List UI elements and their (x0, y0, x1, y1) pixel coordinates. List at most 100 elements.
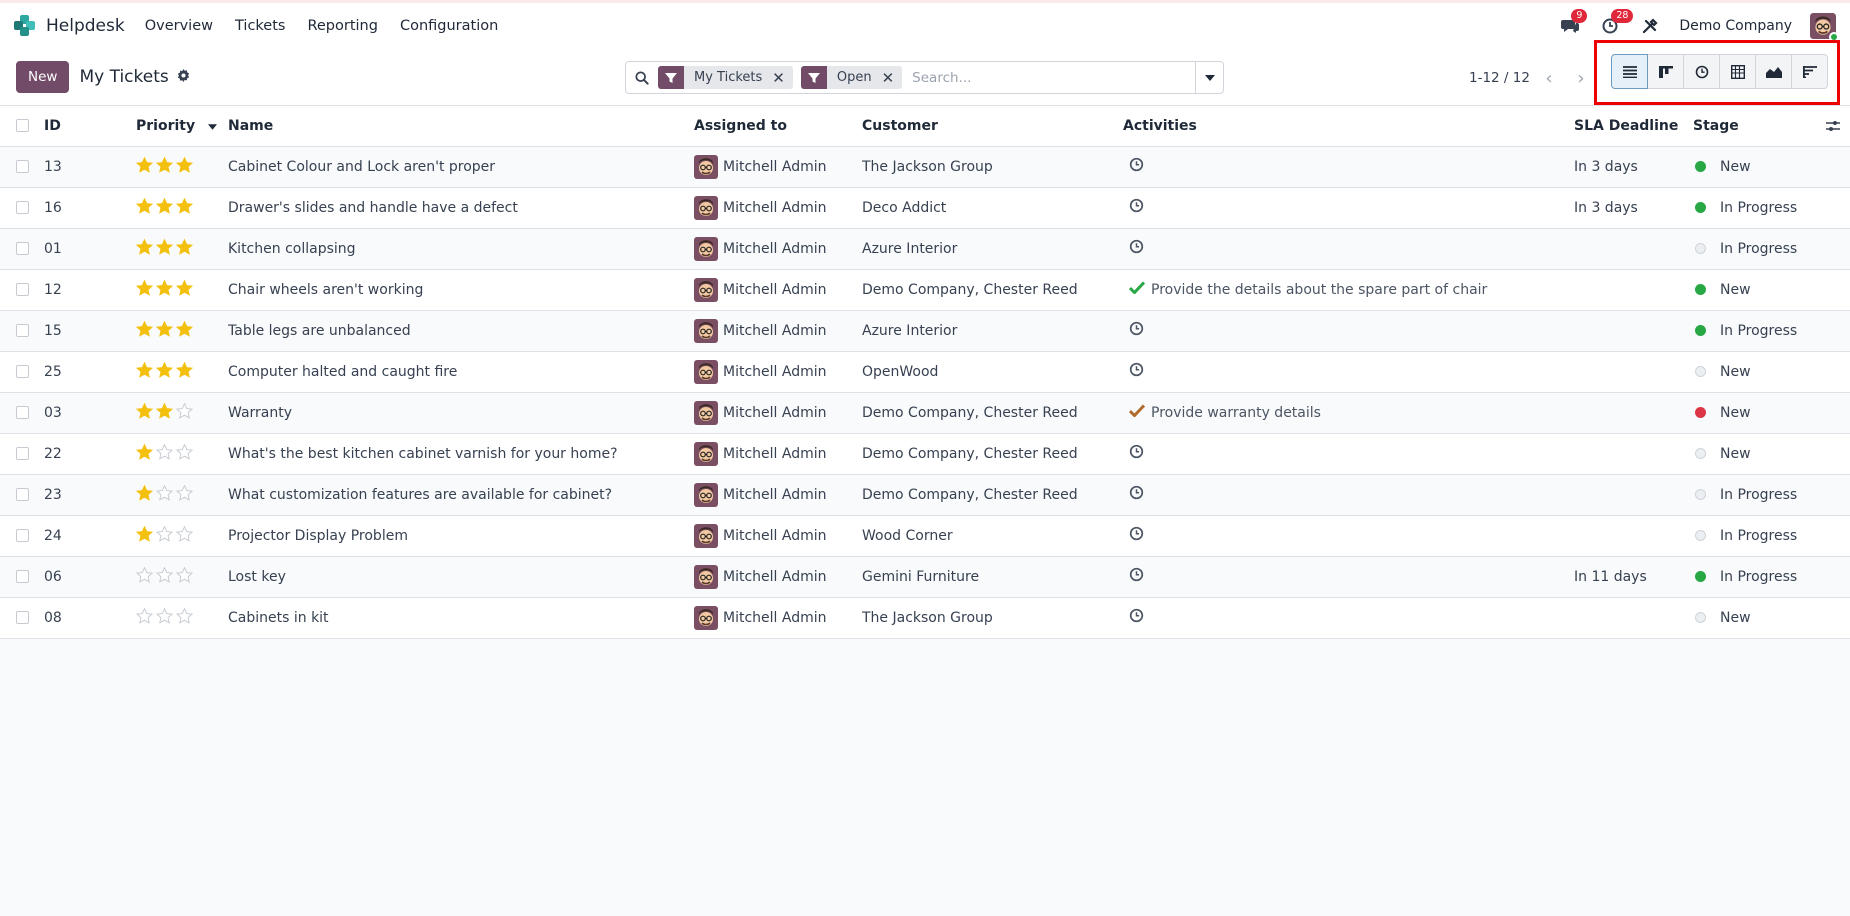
priority-star-icon[interactable] (136, 197, 154, 218)
table-row[interactable]: 25 Computer halted and caught fire Mitchel… (0, 351, 1850, 393)
column-header-assigned[interactable]: Assigned to (694, 106, 862, 147)
kanban-state-dot[interactable] (1695, 161, 1706, 172)
assignee-avatar[interactable] (694, 277, 718, 302)
new-button[interactable]: New (16, 61, 70, 93)
row-select-cell[interactable] (0, 474, 44, 516)
table-row[interactable]: 23 What customization features are availa… (0, 474, 1850, 516)
table-row[interactable]: 13 Cabinet Colour and Lock aren't proper M… (0, 146, 1850, 188)
priority-star-icon[interactable] (136, 279, 154, 300)
column-header-name[interactable]: Name (228, 106, 694, 147)
row-checkbox[interactable] (16, 365, 29, 378)
priority-star-icon[interactable] (155, 320, 174, 341)
priority-star-icon[interactable] (155, 402, 174, 423)
kanban-state-dot[interactable] (1695, 325, 1706, 336)
row-checkbox[interactable] (16, 611, 29, 624)
assignee-avatar[interactable] (694, 359, 718, 384)
assignee-avatar[interactable] (694, 400, 718, 425)
kanban-state-dot[interactable] (1695, 530, 1706, 541)
column-header-id[interactable]: ID (44, 106, 136, 147)
assignee-avatar[interactable] (694, 318, 718, 343)
pivot-view-button[interactable] (1719, 54, 1756, 89)
user-avatar[interactable] (1810, 13, 1839, 42)
priority-star-icon[interactable] (175, 238, 194, 259)
row-select-cell[interactable] (0, 310, 44, 352)
table-row[interactable]: 01 Kitchen collapsing Mitchell Admin Azure … (0, 228, 1850, 270)
priority-star-icon[interactable] (155, 361, 174, 382)
facet-remove-icon[interactable]: ✕ (772, 69, 785, 87)
priority-star-icon[interactable] (175, 197, 194, 218)
row-select-cell[interactable] (0, 556, 44, 598)
priority-star-icon[interactable] (136, 566, 154, 587)
select-all-cell[interactable] (0, 106, 44, 147)
activity-clock-icon[interactable] (1129, 321, 1144, 340)
row-select-cell[interactable] (0, 269, 44, 311)
row-select-cell[interactable] (0, 433, 44, 475)
activity-clock-icon[interactable] (1129, 444, 1144, 463)
kanban-view-button[interactable] (1647, 54, 1684, 89)
priority-star-icon[interactable] (155, 238, 174, 259)
priority-star-icon[interactable] (155, 443, 174, 464)
graph-view-button[interactable] (1755, 54, 1792, 89)
assignee-avatar[interactable] (694, 195, 718, 220)
activity-summary[interactable]: Provide warranty details (1151, 405, 1321, 421)
table-row[interactable]: 22 What's the best kitchen cabinet varnis… (0, 433, 1850, 475)
priority-star-icon[interactable] (155, 484, 174, 505)
app-brand[interactable]: Helpdesk (14, 15, 125, 37)
activity-check-icon[interactable] (1128, 281, 1146, 298)
priority-star-icon[interactable] (175, 484, 194, 505)
activity-clock-icon[interactable] (1129, 485, 1144, 504)
priority-star-icon[interactable] (136, 238, 154, 259)
activity-clock-icon[interactable] (1129, 198, 1144, 217)
cohort-view-button[interactable] (1791, 54, 1828, 89)
optional-columns-icon[interactable] (1826, 120, 1840, 132)
menu-item-configuration[interactable]: Configuration (400, 18, 498, 34)
priority-star-icon[interactable] (136, 443, 154, 464)
table-row[interactable]: 03 Warranty Mitchell Admin Demo Company, Ch… (0, 392, 1850, 434)
activity-summary[interactable]: Provide the details about the spare part… (1151, 282, 1487, 298)
row-checkbox[interactable] (16, 201, 29, 214)
row-select-cell[interactable] (0, 392, 44, 434)
list-view-button[interactable] (1611, 54, 1648, 89)
assignee-avatar[interactable] (694, 523, 718, 548)
company-switcher[interactable]: Demo Company (1679, 18, 1792, 34)
column-header-stage[interactable]: Stage (1693, 106, 1850, 147)
column-header-priority[interactable]: Priority (136, 106, 228, 147)
debug-tools-button[interactable] (1639, 15, 1661, 37)
priority-star-icon[interactable] (155, 279, 174, 300)
priority-star-icon[interactable] (136, 402, 154, 423)
activity-clock-icon[interactable] (1129, 608, 1144, 627)
kanban-state-dot[interactable] (1695, 612, 1706, 623)
activities-button[interactable]: 28 (1599, 9, 1634, 37)
assignee-avatar[interactable] (694, 236, 718, 261)
row-select-cell[interactable] (0, 146, 44, 188)
row-checkbox[interactable] (16, 488, 29, 501)
priority-star-icon[interactable] (175, 607, 194, 628)
kanban-state-dot[interactable] (1695, 243, 1706, 254)
row-select-cell[interactable] (0, 351, 44, 393)
priority-star-icon[interactable] (155, 566, 174, 587)
row-select-cell[interactable] (0, 187, 44, 229)
pager-next-icon[interactable]: › (1567, 64, 1595, 92)
priority-star-icon[interactable] (136, 320, 154, 341)
column-header-customer[interactable]: Customer (862, 106, 1123, 147)
kanban-state-dot[interactable] (1695, 202, 1706, 213)
priority-star-icon[interactable] (175, 402, 194, 423)
row-checkbox[interactable] (16, 324, 29, 337)
priority-star-icon[interactable] (175, 320, 194, 341)
gear-icon[interactable] (177, 68, 190, 86)
column-header-sla[interactable]: SLA Deadline (1574, 106, 1693, 147)
table-row[interactable]: 06 Lost key Mitchell Admin Gemini Furniture… (0, 556, 1850, 598)
priority-star-icon[interactable] (155, 525, 174, 546)
kanban-state-dot[interactable] (1695, 448, 1706, 459)
table-row[interactable]: 08 Cabinets in kit Mitchell Admin The Jacks… (0, 597, 1850, 639)
priority-star-icon[interactable] (155, 197, 174, 218)
menu-item-tickets[interactable]: Tickets (235, 18, 285, 34)
kanban-state-dot[interactable] (1695, 284, 1706, 295)
row-select-cell[interactable] (0, 597, 44, 639)
messages-button[interactable]: 9 (1559, 9, 1588, 37)
priority-star-icon[interactable] (175, 443, 194, 464)
assignee-avatar[interactable] (694, 482, 718, 507)
search-options-toggle[interactable] (1195, 62, 1223, 93)
activity-clock-icon[interactable] (1129, 239, 1144, 258)
priority-star-icon[interactable] (136, 156, 154, 177)
